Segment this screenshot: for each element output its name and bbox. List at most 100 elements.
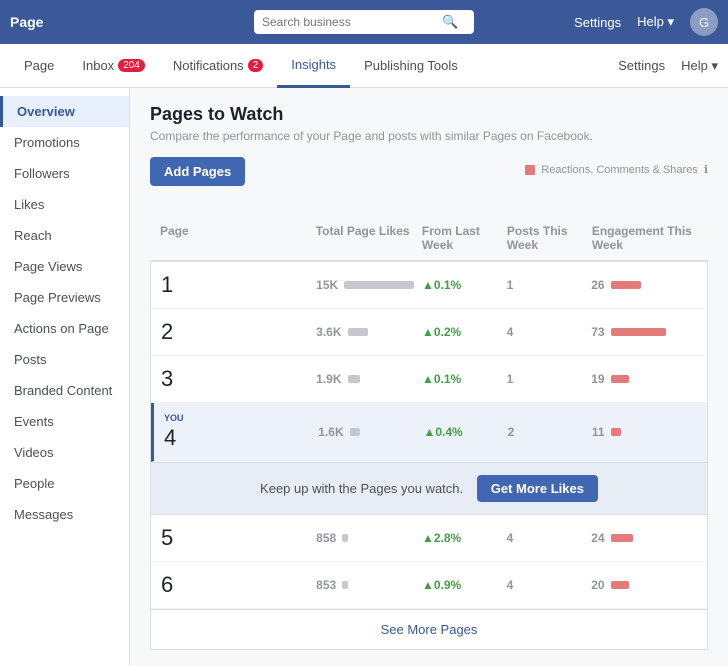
sidebar-item-actions-on-page[interactable]: Actions on Page [0,313,129,344]
change-cell: ▲0.2% [422,325,507,339]
nav-notifications[interactable]: Notifications 2 [159,44,277,88]
top-nav: Page 🔍 Settings Help ▾ G [0,0,728,44]
you-posts-cell: 2 [508,425,592,439]
posts-cell: 1 [507,278,592,292]
you-rank-cell: YOU 4 [164,413,318,451]
likes-value: 1.9K [316,372,341,386]
rank-num: 2 [161,319,316,345]
col-header-engagement: Engagement This Week [592,224,698,252]
col-header-page: Page [160,224,316,252]
search-input[interactable] [262,15,442,29]
engagement-bar [611,281,641,289]
change-value: ▲2.8% [422,531,461,545]
page-subtitle: Compare the performance of your Page and… [150,129,708,143]
sidebar-item-promotions[interactable]: Promotions [0,127,129,158]
bar-container: 3.6K [316,325,422,339]
sidebar-item-videos[interactable]: Videos [0,437,129,468]
engagement-cell: 26 [591,278,697,292]
you-likes-bar [350,428,360,436]
sidebar-item-overview[interactable]: Overview [0,96,129,127]
see-more-pages[interactable]: See More Pages [151,609,707,649]
rank-num: 5 [161,525,316,551]
search-bar: 🔍 [254,10,474,34]
engagement-container: 19 [591,372,697,386]
change-value: ▲0.9% [422,578,461,592]
legend-color-box [525,165,535,175]
legend: Reactions, Comments & Shares ℹ [525,163,708,176]
posts-cell: 4 [507,578,592,592]
posts-cell: 4 [507,325,592,339]
sidebar-item-reach[interactable]: Reach [0,220,129,251]
engagement-bar [611,328,666,336]
nav-help[interactable]: Help ▾ [681,58,718,74]
you-engagement-cell: 11 [592,425,697,439]
page-nav-item[interactable]: Page [10,14,43,30]
sidebar: OverviewPromotionsFollowersLikesReachPag… [0,88,130,666]
likes-cell: 858 [316,531,422,545]
rank-num: 3 [161,366,316,392]
you-label: YOU [164,413,318,423]
sidebar-item-page-previews[interactable]: Page Previews [0,282,129,313]
rank-cell: 6 [161,572,316,598]
engagement-value: 19 [591,372,604,386]
sidebar-item-people[interactable]: People [0,468,129,499]
secondary-nav: Page Inbox 204 Notifications 2 Insights … [0,44,728,88]
get-more-likes-button[interactable]: Get More Likes [477,475,598,502]
you-change-value: ▲0.4% [424,425,463,439]
notifications-badge: 2 [248,59,264,72]
sidebar-item-posts[interactable]: Posts [0,344,129,375]
inbox-badge: 204 [118,59,145,72]
bar-container: 853 [316,578,422,592]
sidebar-item-page-views[interactable]: Page Views [0,251,129,282]
posts-cell: 1 [507,372,592,386]
sidebar-item-messages[interactable]: Messages [0,499,129,530]
you-bar-container: 1.6K [318,425,423,439]
sidebar-item-branded-content[interactable]: Branded Content [0,375,129,406]
rank-num: 6 [161,572,316,598]
engagement-bar [611,581,629,589]
sidebar-item-events[interactable]: Events [0,406,129,437]
nav-insights[interactable]: Insights [277,44,350,88]
engagement-container: 26 [591,278,697,292]
bar-container: 858 [316,531,422,545]
engagement-value: 73 [591,325,604,339]
you-likes-cell: 1.6K [318,425,423,439]
engagement-value: 26 [591,278,604,292]
page-title: Pages to Watch [150,104,708,125]
posts-cell: 4 [507,531,592,545]
sidebar-item-followers[interactable]: Followers [0,158,129,189]
legend-info-icon: ℹ [704,163,708,176]
sidebar-item-likes[interactable]: Likes [0,189,129,220]
settings-nav[interactable]: Settings [574,15,621,30]
likes-cell: 3.6K [316,325,422,339]
toolbar-row: Add Pages Reactions, Comments & Shares ℹ [150,157,708,186]
likes-bar [344,281,414,289]
main-content: Pages to Watch Compare the performance o… [130,88,728,666]
likes-cell: 1.9K [316,372,422,386]
change-value: ▲0.1% [422,278,461,292]
you-engagement-bar [611,428,621,436]
nav-publishing-tools[interactable]: Publishing Tools [350,44,472,88]
likes-value: 858 [316,531,336,545]
bar-container: 1.9K [316,372,422,386]
likes-value: 853 [316,578,336,592]
nav-settings[interactable]: Settings [618,58,665,73]
rank-num: 1 [161,272,316,298]
engagement-container: 73 [591,325,697,339]
nav-inbox[interactable]: Inbox 204 [68,44,159,88]
engagement-cell: 20 [591,578,697,592]
table-row: 3 1.9K ▲0.1% 1 19 [151,356,707,403]
table-body: 1 15K ▲0.1% 1 26 [150,261,708,650]
likes-bar [342,581,348,589]
sec-nav-right: Settings Help ▾ [618,58,718,74]
layout: OverviewPromotionsFollowersLikesReachPag… [0,88,728,666]
table-row-you: YOU 4 1.6K ▲0.4% 2 11 [151,403,707,462]
add-pages-button[interactable]: Add Pages [150,157,245,186]
avatar[interactable]: G [690,8,718,36]
change-value: ▲0.2% [422,325,461,339]
rank-cell: 3 [161,366,316,392]
nav-page[interactable]: Page [10,44,68,88]
help-nav[interactable]: Help ▾ [637,14,674,30]
likes-cell: 15K [316,278,422,292]
search-button[interactable]: 🔍 [442,14,458,30]
